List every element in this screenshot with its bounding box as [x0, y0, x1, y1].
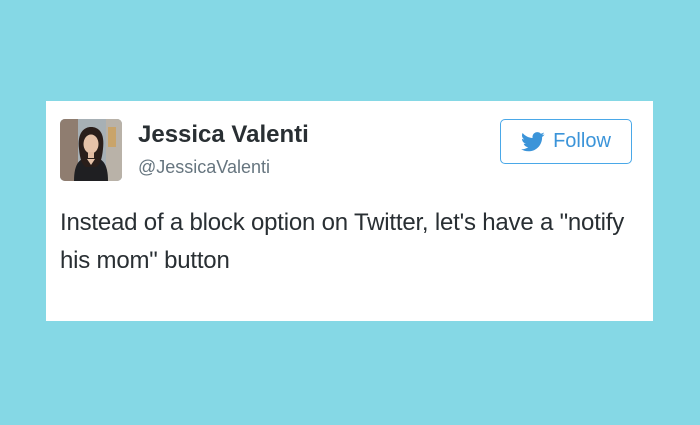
follow-label: Follow — [553, 130, 611, 152]
follow-button[interactable]: Follow — [500, 119, 632, 164]
twitter-bird-icon — [521, 131, 545, 152]
author-name[interactable]: Jessica Valenti — [138, 121, 309, 149]
avatar[interactable] — [60, 119, 122, 181]
tweet-card: Jessica Valenti @JessicaValenti Follow I… — [46, 101, 653, 321]
tweet-text: Instead of a block option on Twitter, le… — [60, 209, 625, 274]
author-handle[interactable]: @JessicaValenti — [138, 157, 270, 178]
avatar-photo — [60, 119, 122, 181]
